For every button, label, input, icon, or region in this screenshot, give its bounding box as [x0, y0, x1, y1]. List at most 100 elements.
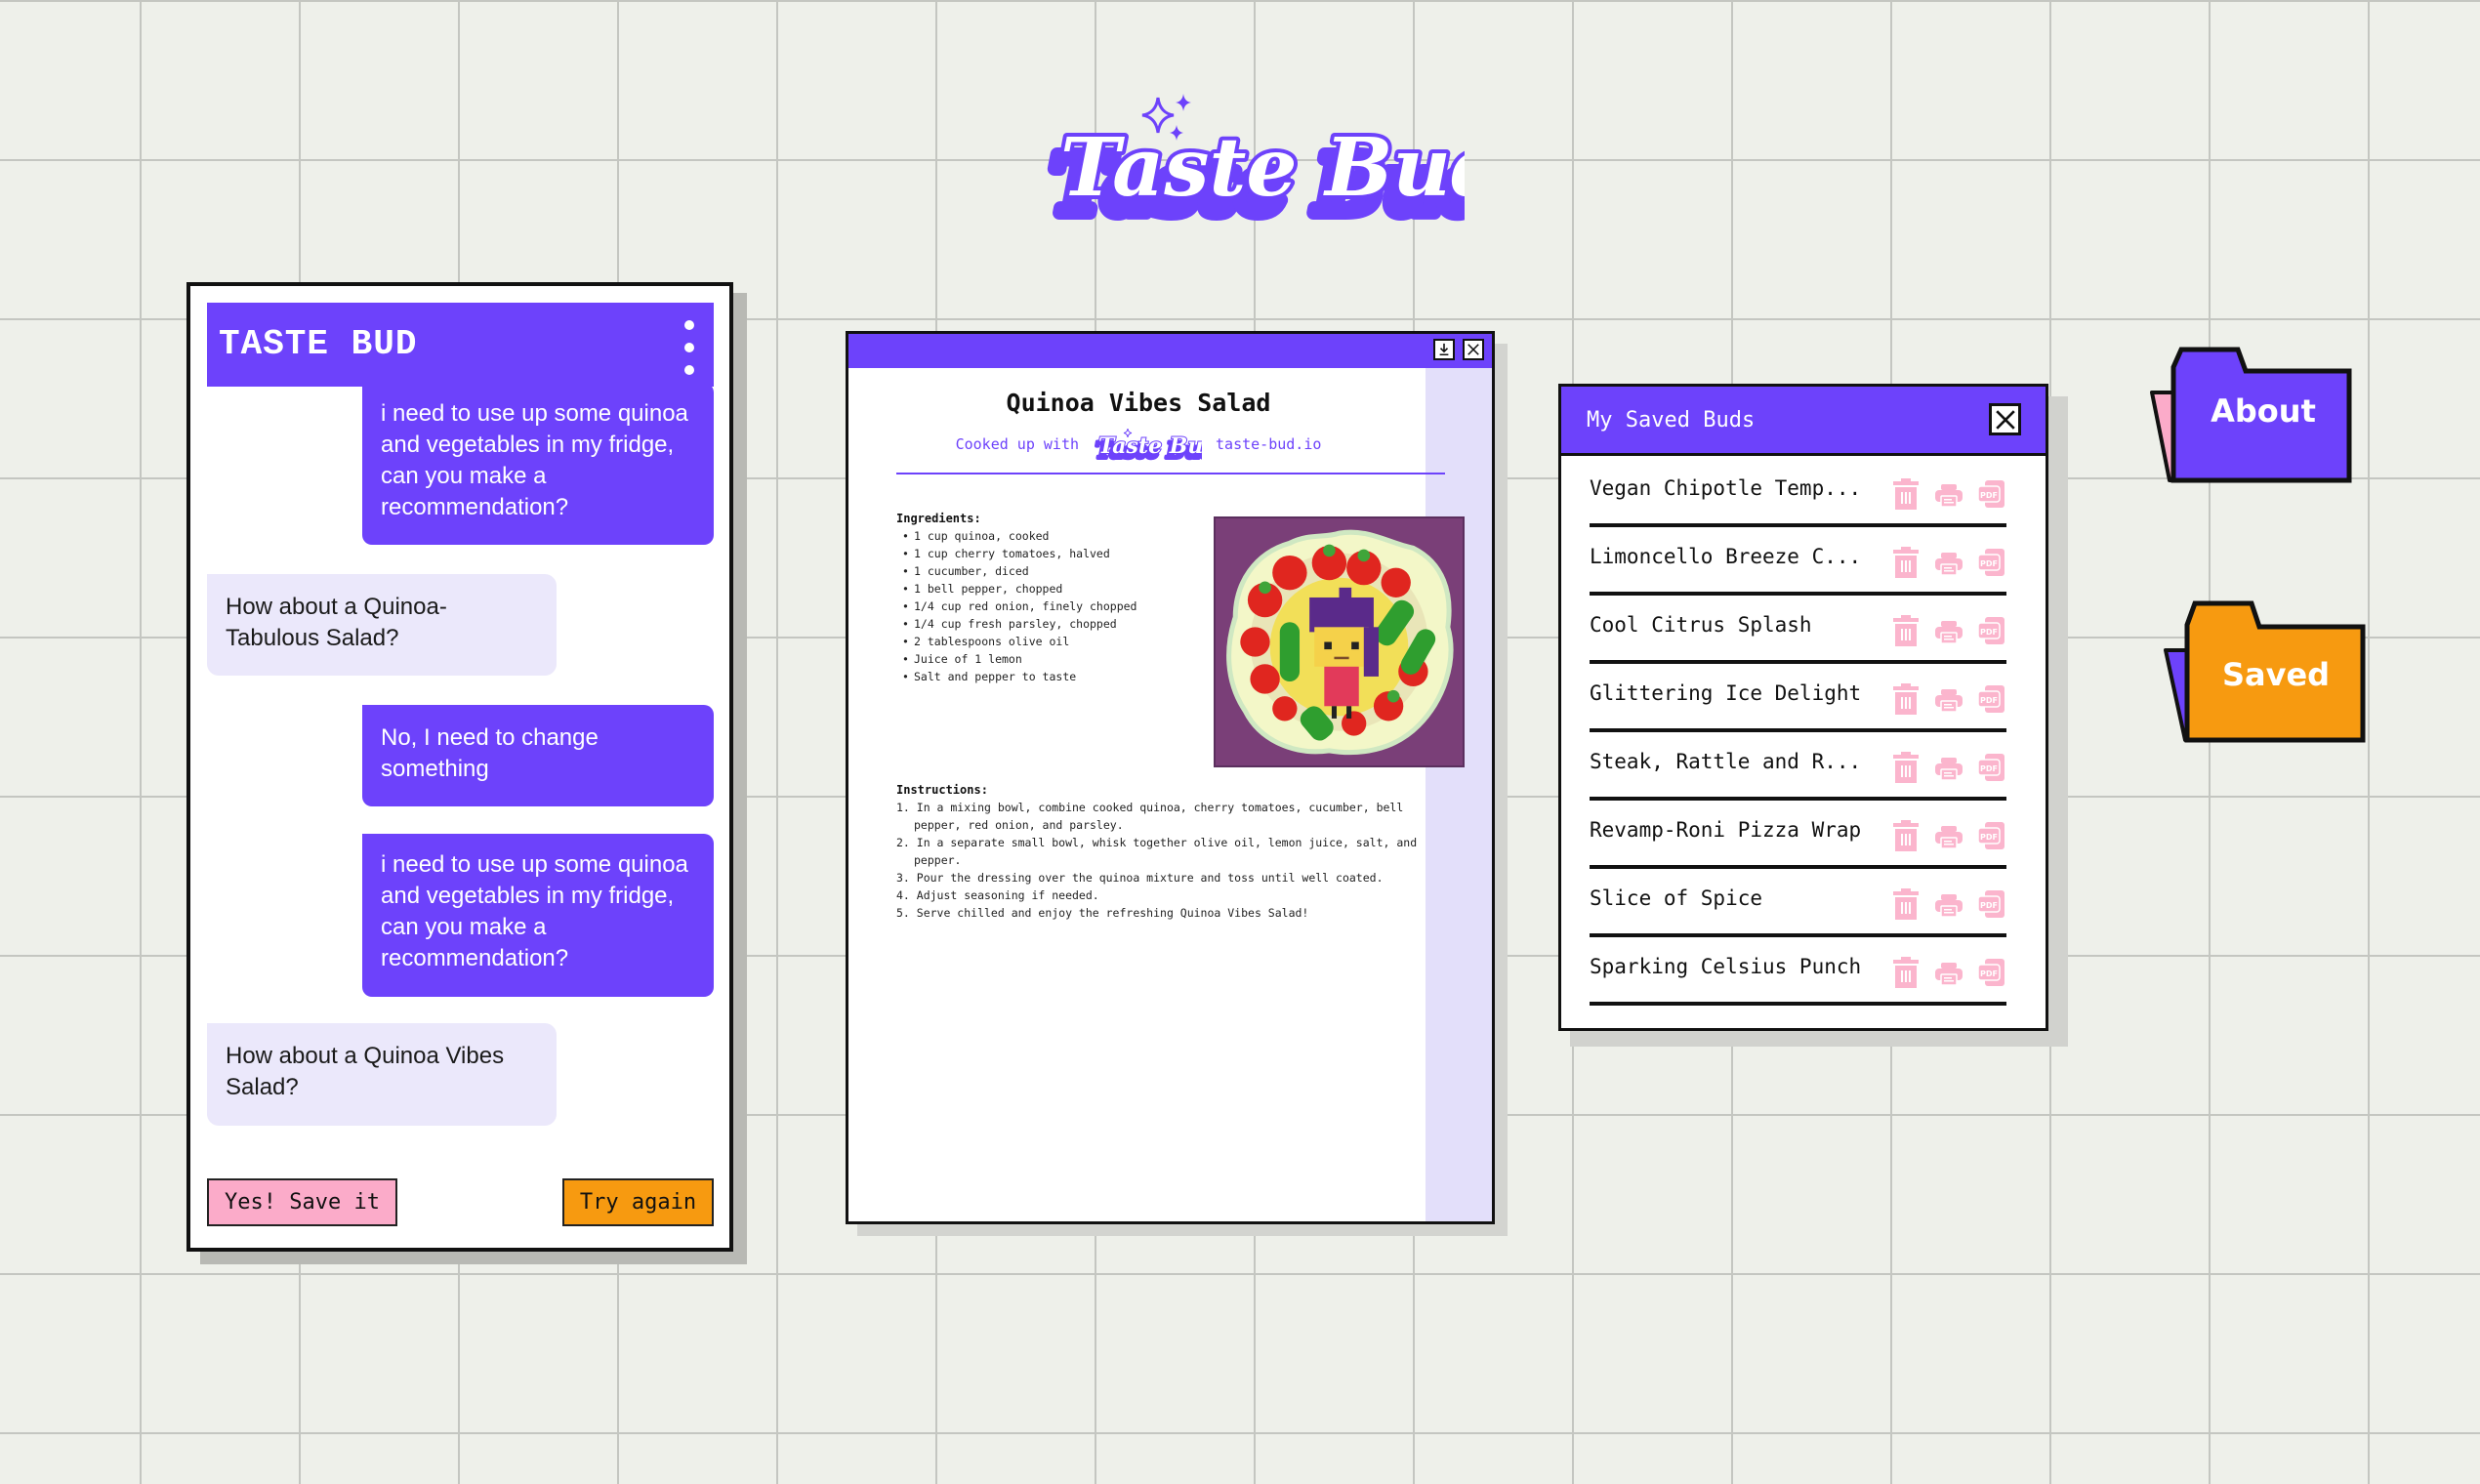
ingredient-item: Juice of 1 lemon — [896, 650, 1219, 668]
try-again-button[interactable]: Try again — [562, 1178, 714, 1226]
instruction-step: 1. In a mixing bowl, combine cooked quin… — [896, 801, 1404, 832]
saved-item[interactable]: Slice of Spice PDF — [1590, 869, 2006, 937]
saved-item-name[interactable]: Limoncello Breeze C... — [1590, 545, 1891, 568]
trash-icon[interactable] — [1891, 752, 1921, 783]
saved-buds-window: My Saved Buds Vegan Chipotle Temp... PDF… — [1558, 384, 2048, 1031]
trash-icon[interactable] — [1891, 478, 1921, 510]
saved-item-actions: PDF — [1891, 615, 2006, 646]
save-recipe-button[interactable]: Yes! Save it — [207, 1178, 397, 1226]
pdf-icon[interactable]: PDF — [1977, 615, 2006, 646]
folder-saved[interactable]: Saved — [2156, 588, 2367, 744]
saved-item-name[interactable]: Steak, Rattle and R... — [1590, 750, 1891, 773]
mini-logo: Taste Bud Taste Bud — [1094, 428, 1202, 461]
ingredients-section: Ingredients: 1 cup quinoa, cooked 1 cup … — [896, 510, 1219, 685]
instruction-step: 5. Serve chilled and enjoy the refreshin… — [896, 906, 1309, 920]
trash-icon[interactable] — [1891, 888, 1921, 920]
instructions-section: Instructions: 1. In a mixing bowl, combi… — [896, 781, 1443, 922]
chat-message-user: No, I need to change something — [362, 705, 714, 806]
chat-header: TASTE BUD — [207, 303, 714, 387]
ingredient-item: 1/4 cup red onion, finely chopped — [896, 598, 1219, 615]
close-icon — [1995, 409, 2015, 430]
saved-item-actions: PDF — [1891, 888, 2006, 920]
print-icon[interactable] — [1934, 683, 1963, 715]
recipe-image — [1214, 516, 1465, 767]
recipe-window: Quinoa Vibes Salad Cooked up with Taste … — [846, 331, 1495, 1224]
recipe-titlebar — [848, 334, 1492, 368]
print-icon[interactable] — [1934, 478, 1963, 510]
saved-item[interactable]: Glittering Ice Delight PDF — [1590, 664, 2006, 732]
ingredients-heading: Ingredients: — [896, 512, 981, 525]
saved-item[interactable]: Cool Citrus Splash PDF — [1590, 596, 2006, 664]
saved-item-name[interactable]: Cool Citrus Splash — [1590, 613, 1891, 637]
saved-list: Vegan Chipotle Temp... PDF Limoncello Br… — [1590, 459, 2006, 1006]
ingredient-item: 1/4 cup fresh parsley, chopped — [896, 615, 1219, 633]
chat-panel: TASTE BUD i need to use up some quinoa a… — [186, 282, 733, 1252]
instruction-step: 4. Adjust seasoning if needed. — [896, 888, 1099, 902]
trash-icon[interactable] — [1891, 820, 1921, 851]
saved-item-name[interactable]: Glittering Ice Delight — [1590, 681, 1891, 705]
divider — [896, 473, 1445, 474]
saved-item[interactable]: Steak, Rattle and R... PDF — [1590, 732, 2006, 801]
print-icon[interactable] — [1934, 888, 1963, 920]
saved-item[interactable]: Vegan Chipotle Temp... PDF — [1590, 459, 2006, 527]
credit-prefix: Cooked up with — [955, 435, 1080, 453]
chat-message-bot: How about a Quinoa Vibes Salad? — [207, 1023, 557, 1126]
pdf-icon[interactable]: PDF — [1977, 478, 2006, 510]
saved-item-actions: PDF — [1891, 683, 2006, 715]
logo-graphic: Taste Bud Taste Bud — [1044, 94, 1510, 239]
trash-icon[interactable] — [1891, 615, 1921, 646]
trash-icon[interactable] — [1891, 683, 1921, 715]
instruction-step: 3. Pour the dressing over the quinoa mix… — [896, 871, 1384, 885]
saved-item-actions: PDF — [1891, 547, 2006, 578]
pdf-icon[interactable]: PDF — [1977, 547, 2006, 578]
saved-title: My Saved Buds — [1587, 408, 1756, 433]
recipe-close-button[interactable] — [1463, 339, 1484, 360]
trash-icon[interactable] — [1891, 547, 1921, 578]
pdf-icon[interactable]: PDF — [1977, 888, 2006, 920]
pdf-icon[interactable]: PDF — [1977, 957, 2006, 988]
svg-text:PDF: PDF — [1980, 696, 1998, 705]
instruction-step: 2. In a separate small bowl, whisk toget… — [896, 836, 1418, 867]
ingredient-item: 1 cup quinoa, cooked — [896, 527, 1219, 545]
saved-item-actions: PDF — [1891, 752, 2006, 783]
pdf-icon[interactable]: PDF — [1977, 820, 2006, 851]
print-icon[interactable] — [1934, 752, 1963, 783]
print-icon[interactable] — [1934, 820, 1963, 851]
print-icon[interactable] — [1934, 615, 1963, 646]
print-icon[interactable] — [1934, 957, 1963, 988]
svg-text:PDF: PDF — [1980, 491, 1998, 500]
taste-bud-logo: Taste Bud Taste Bud — [1035, 86, 1510, 239]
ingredient-item: 1 cup cherry tomatoes, halved — [896, 545, 1219, 562]
trash-icon[interactable] — [1891, 957, 1921, 988]
saved-item[interactable]: Revamp-Roni Pizza Wrap PDF — [1590, 801, 2006, 869]
svg-text:PDF: PDF — [1980, 833, 1998, 842]
saved-close-button[interactable] — [1989, 403, 2021, 435]
saved-item-name[interactable]: Sparking Celsius Punch — [1590, 955, 1891, 978]
pdf-icon[interactable]: PDF — [1977, 752, 2006, 783]
svg-text:PDF: PDF — [1980, 901, 1998, 910]
svg-text:PDF: PDF — [1980, 764, 1998, 773]
svg-text:Taste Bud: Taste Bud — [1098, 433, 1202, 459]
instructions-heading: Instructions: — [896, 783, 988, 797]
ingredient-item: 1 cucumber, diced — [896, 562, 1219, 580]
credit-url[interactable]: taste-bud.io — [1216, 435, 1321, 453]
kebab-menu-icon[interactable] — [682, 320, 696, 375]
saved-item-actions: PDF — [1891, 957, 2006, 988]
svg-text:PDF: PDF — [1980, 628, 1998, 637]
recipe-credit: Cooked up with Taste Bud Taste Bud taste… — [848, 428, 1428, 461]
pdf-icon[interactable]: PDF — [1977, 683, 2006, 715]
close-icon — [1467, 344, 1479, 355]
instructions-list: 1. In a mixing bowl, combine cooked quin… — [896, 799, 1443, 922]
saved-item[interactable]: Limoncello Breeze C... PDF — [1590, 527, 2006, 596]
saved-item-name[interactable]: Vegan Chipotle Temp... — [1590, 476, 1891, 500]
chat-message-user: i need to use up some quinoa and vegetab… — [362, 383, 714, 545]
chat-message-bot: How about a Quinoa-Tabulous Salad? — [207, 574, 557, 676]
download-icon — [1439, 343, 1449, 356]
saved-item-name[interactable]: Slice of Spice — [1590, 886, 1891, 910]
svg-text:PDF: PDF — [1980, 969, 1998, 978]
print-icon[interactable] — [1934, 547, 1963, 578]
download-button[interactable] — [1433, 339, 1455, 360]
saved-item[interactable]: Sparking Celsius Punch PDF — [1590, 937, 2006, 1006]
folder-about[interactable]: About — [2144, 328, 2353, 484]
saved-item-name[interactable]: Revamp-Roni Pizza Wrap — [1590, 818, 1891, 842]
